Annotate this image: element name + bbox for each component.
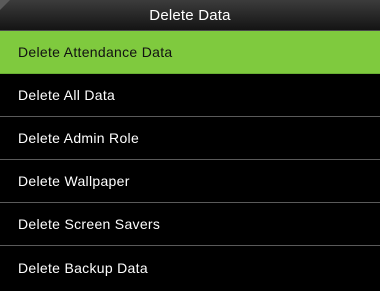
menu-item-delete-admin-role[interactable]: Delete Admin Role bbox=[0, 117, 380, 160]
page-title: Delete Data bbox=[149, 6, 231, 24]
menu-item-delete-all-data[interactable]: Delete All Data bbox=[0, 74, 380, 117]
menu-item-label: Delete Attendance Data bbox=[18, 44, 173, 60]
menu-item-label: Delete Admin Role bbox=[18, 130, 140, 146]
menu-item-delete-screen-savers[interactable]: Delete Screen Savers bbox=[0, 203, 380, 246]
title-bar-corner-decoration bbox=[0, 0, 10, 10]
menu-item-delete-wallpaper[interactable]: Delete Wallpaper bbox=[0, 160, 380, 203]
menu-item-delete-backup-data[interactable]: Delete Backup Data bbox=[0, 246, 380, 289]
menu-item-label: Delete Backup Data bbox=[18, 259, 148, 276]
menu-item-label: Delete Wallpaper bbox=[18, 173, 130, 189]
title-bar: Delete Data bbox=[0, 0, 380, 31]
menu-item-label: Delete All Data bbox=[18, 87, 116, 103]
menu-item-delete-attendance-data[interactable]: Delete Attendance Data bbox=[0, 31, 380, 74]
menu-item-label: Delete Screen Savers bbox=[18, 216, 161, 232]
delete-data-menu: Delete Attendance Data Delete All Data D… bbox=[0, 31, 380, 291]
delete-data-screen: Delete Data Delete Attendance Data Delet… bbox=[0, 0, 380, 291]
